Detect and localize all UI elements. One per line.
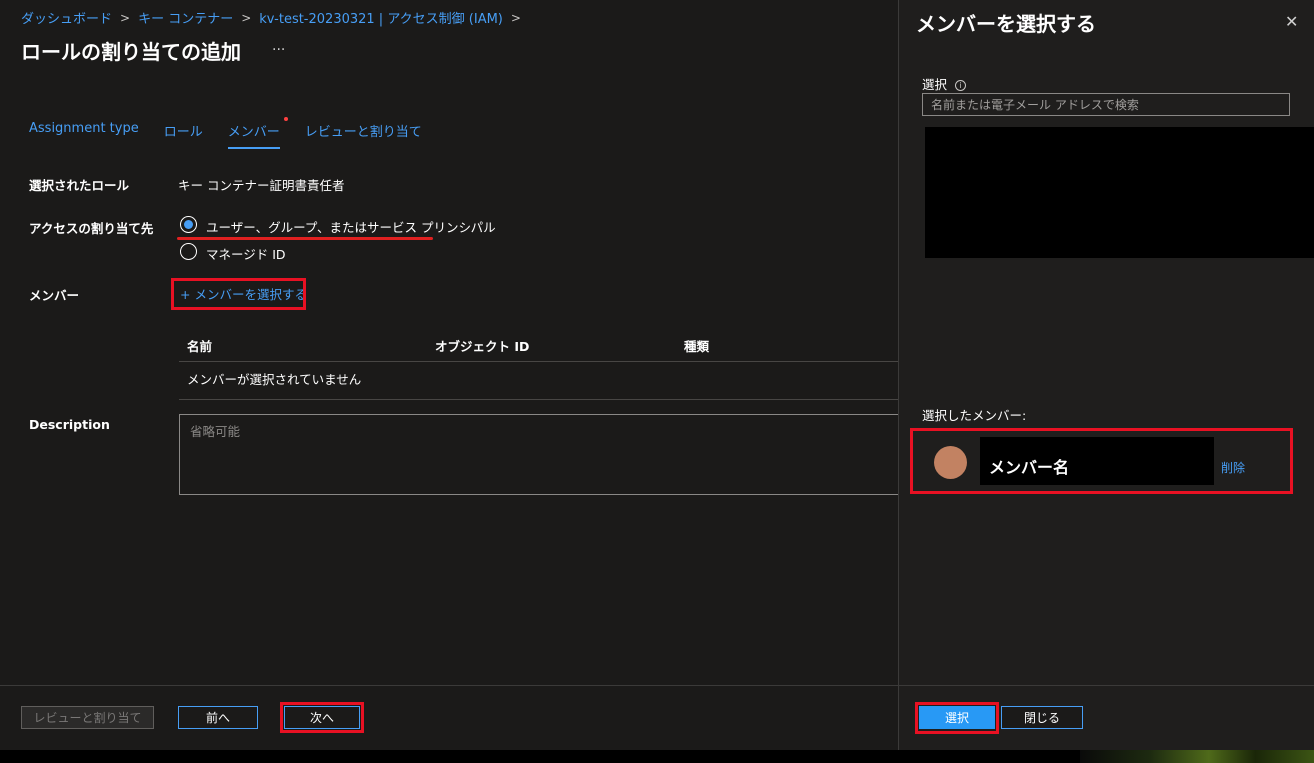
- breadcrumb-dashboard[interactable]: ダッシュボード: [21, 8, 112, 27]
- breadcrumb-key-vault[interactable]: キー コンテナー: [138, 8, 233, 27]
- table-bottom-divider: [179, 399, 898, 400]
- desktop-wallpaper: [1080, 750, 1314, 763]
- radio-user-group-sp-label[interactable]: ユーザー、グループ、またはサービス プリンシパル: [206, 217, 496, 236]
- highlight-box-next: [280, 702, 364, 733]
- tab-members-label: メンバー: [227, 125, 280, 140]
- access-assign-label: アクセスの割り当て先: [29, 221, 154, 236]
- member-search-input[interactable]: [922, 93, 1290, 116]
- description-textarea[interactable]: 省略可能: [179, 414, 909, 495]
- breadcrumb: ダッシュボード > キー コンテナー > kv-test-20230321 | …: [21, 8, 529, 28]
- radio-managed-id-label[interactable]: マネージド ID: [206, 244, 286, 263]
- redacted-results: [925, 127, 1314, 258]
- column-header-name: 名前: [187, 339, 213, 354]
- column-header-type: 種類: [684, 339, 710, 354]
- desktop-strip: [0, 750, 1080, 763]
- description-placeholder: 省略可能: [190, 424, 241, 439]
- chevron-right-icon: >: [120, 10, 131, 25]
- more-options-icon[interactable]: ...: [272, 38, 285, 54]
- select-label: 選択 i: [922, 74, 967, 93]
- selected-role-label: 選択されたロール: [29, 178, 130, 193]
- selected-members-label: 選択したメンバー:: [922, 408, 1027, 423]
- description-label: Description: [29, 417, 110, 432]
- chevron-right-icon: >: [510, 10, 521, 25]
- highlight-underline: [177, 237, 433, 240]
- select-members-panel: メンバーを選択する ✕ 選択i 選択したメンバー: メンバー名 削除 選択 閉じ…: [898, 0, 1314, 763]
- column-header-object-id: オブジェクト ID: [435, 339, 530, 354]
- main-blade: ダッシュボード > キー コンテナー > kv-test-20230321 | …: [0, 0, 909, 750]
- close-button[interactable]: 閉じる: [1001, 706, 1083, 729]
- page-title: ロールの割り当ての追加: [21, 40, 241, 64]
- tab-role[interactable]: ロール: [164, 121, 203, 149]
- tab-bar: Assignment type ロール メンバー レビューと割り当て: [29, 117, 447, 149]
- selected-role-value: キー コンテナー証明書責任者: [178, 178, 345, 193]
- tab-members[interactable]: メンバー: [227, 117, 288, 149]
- breadcrumb-iam[interactable]: kv-test-20230321 | アクセス制御 (IAM): [259, 8, 503, 27]
- radio-user-group-sp[interactable]: [180, 216, 197, 233]
- highlight-box-select: [915, 702, 999, 734]
- highlight-box-select-members: [171, 278, 306, 310]
- panel-footer-divider: [899, 685, 1314, 686]
- highlight-box-selected-member: [910, 428, 1293, 494]
- select-label-text: 選択: [922, 77, 948, 92]
- chevron-right-icon: >: [241, 10, 252, 25]
- info-icon[interactable]: i: [955, 80, 967, 91]
- panel-title: メンバーを選択する: [916, 12, 1096, 36]
- members-label: メンバー: [29, 288, 80, 303]
- tab-assignment-type[interactable]: Assignment type: [29, 121, 139, 149]
- table-empty-message: メンバーが選択されていません: [187, 372, 362, 387]
- footer-divider: [0, 685, 898, 686]
- table-header-divider: [179, 361, 898, 362]
- required-indicator: [283, 117, 288, 121]
- previous-button[interactable]: 前へ: [178, 706, 258, 729]
- tab-review-assign[interactable]: レビューと割り当て: [305, 121, 422, 149]
- review-assign-button[interactable]: レビューと割り当て: [21, 706, 154, 729]
- close-icon[interactable]: ✕: [1285, 12, 1298, 31]
- radio-managed-id[interactable]: [180, 243, 197, 260]
